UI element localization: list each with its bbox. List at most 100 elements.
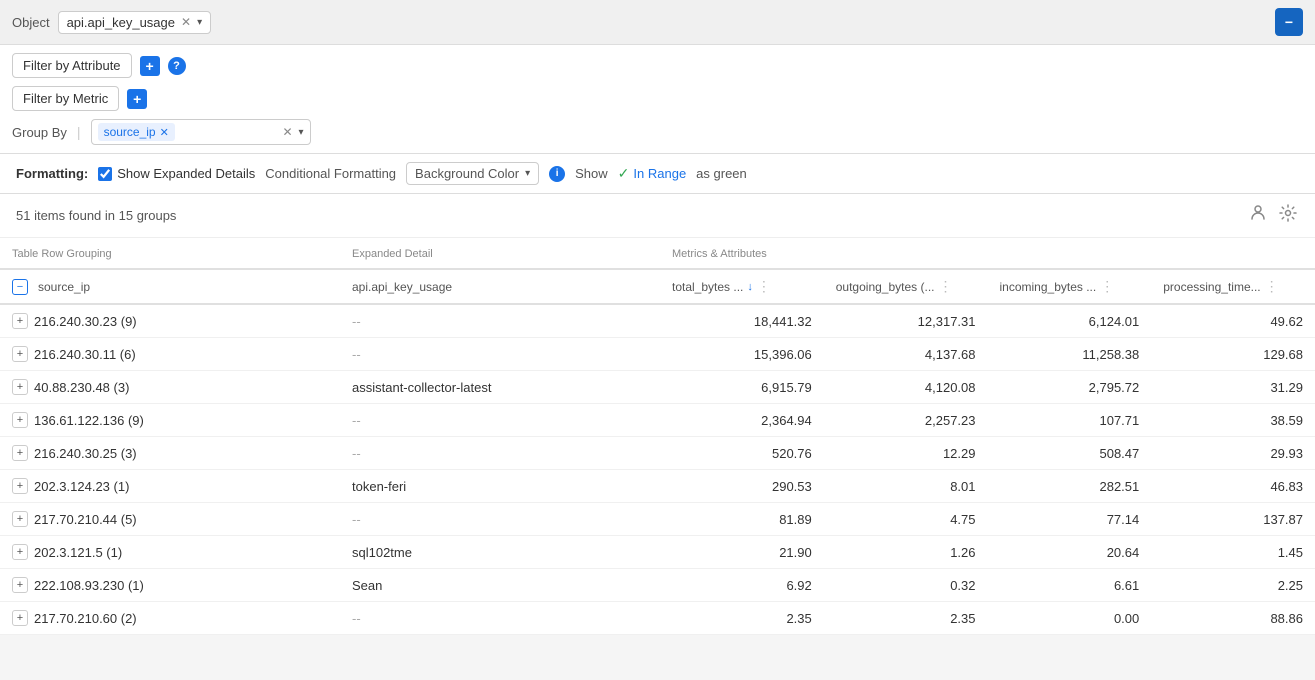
show-expanded-checkbox[interactable] xyxy=(98,167,112,181)
outgoing-bytes-menu-icon[interactable]: ⋮ xyxy=(938,278,952,295)
in-range-badge: ✓ In Range xyxy=(618,165,687,182)
incoming-bytes-menu-icon[interactable]: ⋮ xyxy=(1100,278,1114,295)
show-expanded-label: Show Expanded Details xyxy=(117,166,255,181)
th-incoming-bytes[interactable]: incoming_bytes ... ⋮ xyxy=(988,269,1152,304)
show-expanded-checkbox-label[interactable]: Show Expanded Details xyxy=(98,166,255,181)
cell-total-bytes: 6,915.79 xyxy=(660,371,824,404)
cell-api: -- xyxy=(340,304,660,338)
table-row: + 217.70.210.60 (2) -- 2.35 2.35 0.00 88… xyxy=(0,602,1315,635)
cell-source-ip: + 216.240.30.25 (3) xyxy=(0,437,340,470)
source-ip-value: 202.3.124.23 (1) xyxy=(34,479,129,494)
groupby-clear[interactable]: ✕ xyxy=(282,125,292,139)
source-ip-value: 40.88.230.48 (3) xyxy=(34,380,129,395)
cell-incoming-bytes: 11,258.38 xyxy=(988,338,1152,371)
sort-desc-icon: ↓ xyxy=(747,281,753,293)
source-ip-value: 217.70.210.60 (2) xyxy=(34,611,137,626)
cell-total-bytes: 81.89 xyxy=(660,503,824,536)
table-row: + 216.240.30.11 (6) -- 15,396.06 4,137.6… xyxy=(0,338,1315,371)
groupby-input[interactable]: source_ip ✕ ✕ ▾ xyxy=(91,119,311,145)
cell-processing-time: 38.59 xyxy=(1151,404,1315,437)
cell-total-bytes: 2.35 xyxy=(660,602,824,635)
show-label: Show xyxy=(575,166,608,181)
bg-color-dropdown[interactable]: Background Color ▾ xyxy=(406,162,539,185)
table-body: + 216.240.30.23 (9) -- 18,441.32 12,317.… xyxy=(0,304,1315,635)
table-info-row: 51 items found in 15 groups xyxy=(0,194,1315,238)
cell-source-ip: + 40.88.230.48 (3) xyxy=(0,371,340,404)
table-row: + 202.3.121.5 (1) sql102tme 21.90 1.26 2… xyxy=(0,536,1315,569)
cell-total-bytes: 18,441.32 xyxy=(660,304,824,338)
filter-attribute-button[interactable]: Filter by Attribute xyxy=(12,53,132,78)
processing-time-menu-icon[interactable]: ⋮ xyxy=(1265,278,1279,295)
cell-processing-time: 46.83 xyxy=(1151,470,1315,503)
expand-row-btn[interactable]: + xyxy=(12,379,28,395)
table-row: + 40.88.230.48 (3) assistant-collector-l… xyxy=(0,371,1315,404)
in-range-label: In Range xyxy=(633,166,686,181)
cell-incoming-bytes: 6.61 xyxy=(988,569,1152,602)
table-row: + 216.240.30.23 (9) -- 18,441.32 12,317.… xyxy=(0,304,1315,338)
filter-attribute-help-icon[interactable]: ? xyxy=(168,57,186,75)
table-row: + 216.240.30.25 (3) -- 520.76 12.29 508.… xyxy=(0,437,1315,470)
filter-attribute-label: Filter by Attribute xyxy=(23,58,121,73)
th-total-bytes[interactable]: total_bytes ... ↓ ⋮ xyxy=(660,269,824,304)
groupby-arrow[interactable]: ▾ xyxy=(299,127,304,138)
cell-processing-time: 88.86 xyxy=(1151,602,1315,635)
th-api[interactable]: api.api_key_usage xyxy=(340,269,660,304)
object-pill-close[interactable]: ✕ xyxy=(181,15,191,29)
th-outgoing-bytes[interactable]: outgoing_bytes (... ⋮ xyxy=(824,269,988,304)
table-row: + 202.3.124.23 (1) token-feri 290.53 8.0… xyxy=(0,470,1315,503)
expand-row-btn[interactable]: + xyxy=(12,478,28,494)
source-ip-value: 216.240.30.23 (9) xyxy=(34,314,137,329)
collapse-group-btn[interactable]: − xyxy=(12,279,28,295)
source-ip-value: 136.61.122.136 (9) xyxy=(34,413,144,428)
cell-incoming-bytes: 282.51 xyxy=(988,470,1152,503)
object-pill[interactable]: api.api_key_usage ✕ ▾ xyxy=(58,11,212,34)
total-bytes-menu-icon[interactable]: ⋮ xyxy=(757,278,771,295)
expand-row-btn[interactable]: + xyxy=(12,445,28,461)
th-source-ip[interactable]: − source_ip xyxy=(0,269,340,304)
formatting-info-icon[interactable]: i xyxy=(549,166,565,182)
cell-source-ip: + 216.240.30.11 (6) xyxy=(0,338,340,371)
cond-formatting-label: Conditional Formatting xyxy=(265,166,396,181)
expand-row-btn[interactable]: + xyxy=(12,577,28,593)
table-toolbar-icons xyxy=(1247,202,1299,229)
bg-color-dropdown-arrow: ▾ xyxy=(525,168,530,179)
cell-outgoing-bytes: 1.26 xyxy=(824,536,988,569)
groupby-tag-close[interactable]: ✕ xyxy=(160,126,169,139)
th-outgoing-bytes-label: outgoing_bytes (... xyxy=(836,280,935,294)
expand-row-btn[interactable]: + xyxy=(12,412,28,428)
cell-total-bytes: 21.90 xyxy=(660,536,824,569)
expand-row-btn[interactable]: + xyxy=(12,544,28,560)
filters-bar: Filter by Attribute + ? Filter by Metric… xyxy=(0,45,1315,154)
cell-source-ip: + 217.70.210.60 (2) xyxy=(0,602,340,635)
th-api-label: api.api_key_usage xyxy=(352,280,452,294)
cell-total-bytes: 2,364.94 xyxy=(660,404,824,437)
groupby-row: Group By | source_ip ✕ ✕ ▾ xyxy=(12,119,1303,145)
expanded-col-header: Expanded Detail xyxy=(340,238,660,269)
cell-api: -- xyxy=(340,437,660,470)
expand-row-btn[interactable]: + xyxy=(12,346,28,362)
expand-row-btn[interactable]: + xyxy=(12,511,28,527)
groupby-tag: source_ip ✕ xyxy=(98,123,175,141)
cell-processing-time: 1.45 xyxy=(1151,536,1315,569)
object-pill-arrow[interactable]: ▾ xyxy=(197,17,202,28)
filter-metric-button[interactable]: Filter by Metric xyxy=(12,86,119,111)
cell-outgoing-bytes: 12,317.31 xyxy=(824,304,988,338)
cell-processing-time: 2.25 xyxy=(1151,569,1315,602)
cell-processing-time: 29.93 xyxy=(1151,437,1315,470)
filter-metric-add-button[interactable]: + xyxy=(127,89,147,109)
cell-incoming-bytes: 6,124.01 xyxy=(988,304,1152,338)
formatting-label: Formatting: xyxy=(16,166,88,181)
cell-api: assistant-collector-latest xyxy=(340,371,660,404)
filter-attribute-add-button[interactable]: + xyxy=(140,56,160,76)
minus-button[interactable]: − xyxy=(1275,8,1303,36)
source-ip-value: 216.240.30.11 (6) xyxy=(34,347,136,362)
table-settings-icon[interactable] xyxy=(1277,202,1299,229)
cell-total-bytes: 290.53 xyxy=(660,470,824,503)
object-bar: Object api.api_key_usage ✕ ▾ − xyxy=(0,0,1315,45)
expand-row-btn[interactable]: + xyxy=(12,610,28,626)
filter-attribute-row: Filter by Attribute + ? xyxy=(12,53,1303,78)
table-person-icon[interactable] xyxy=(1247,202,1269,229)
data-table: Table Row Grouping Expanded Detail Metri… xyxy=(0,238,1315,635)
expand-row-btn[interactable]: + xyxy=(12,313,28,329)
th-processing-time[interactable]: processing_time... ⋮ xyxy=(1151,269,1315,304)
